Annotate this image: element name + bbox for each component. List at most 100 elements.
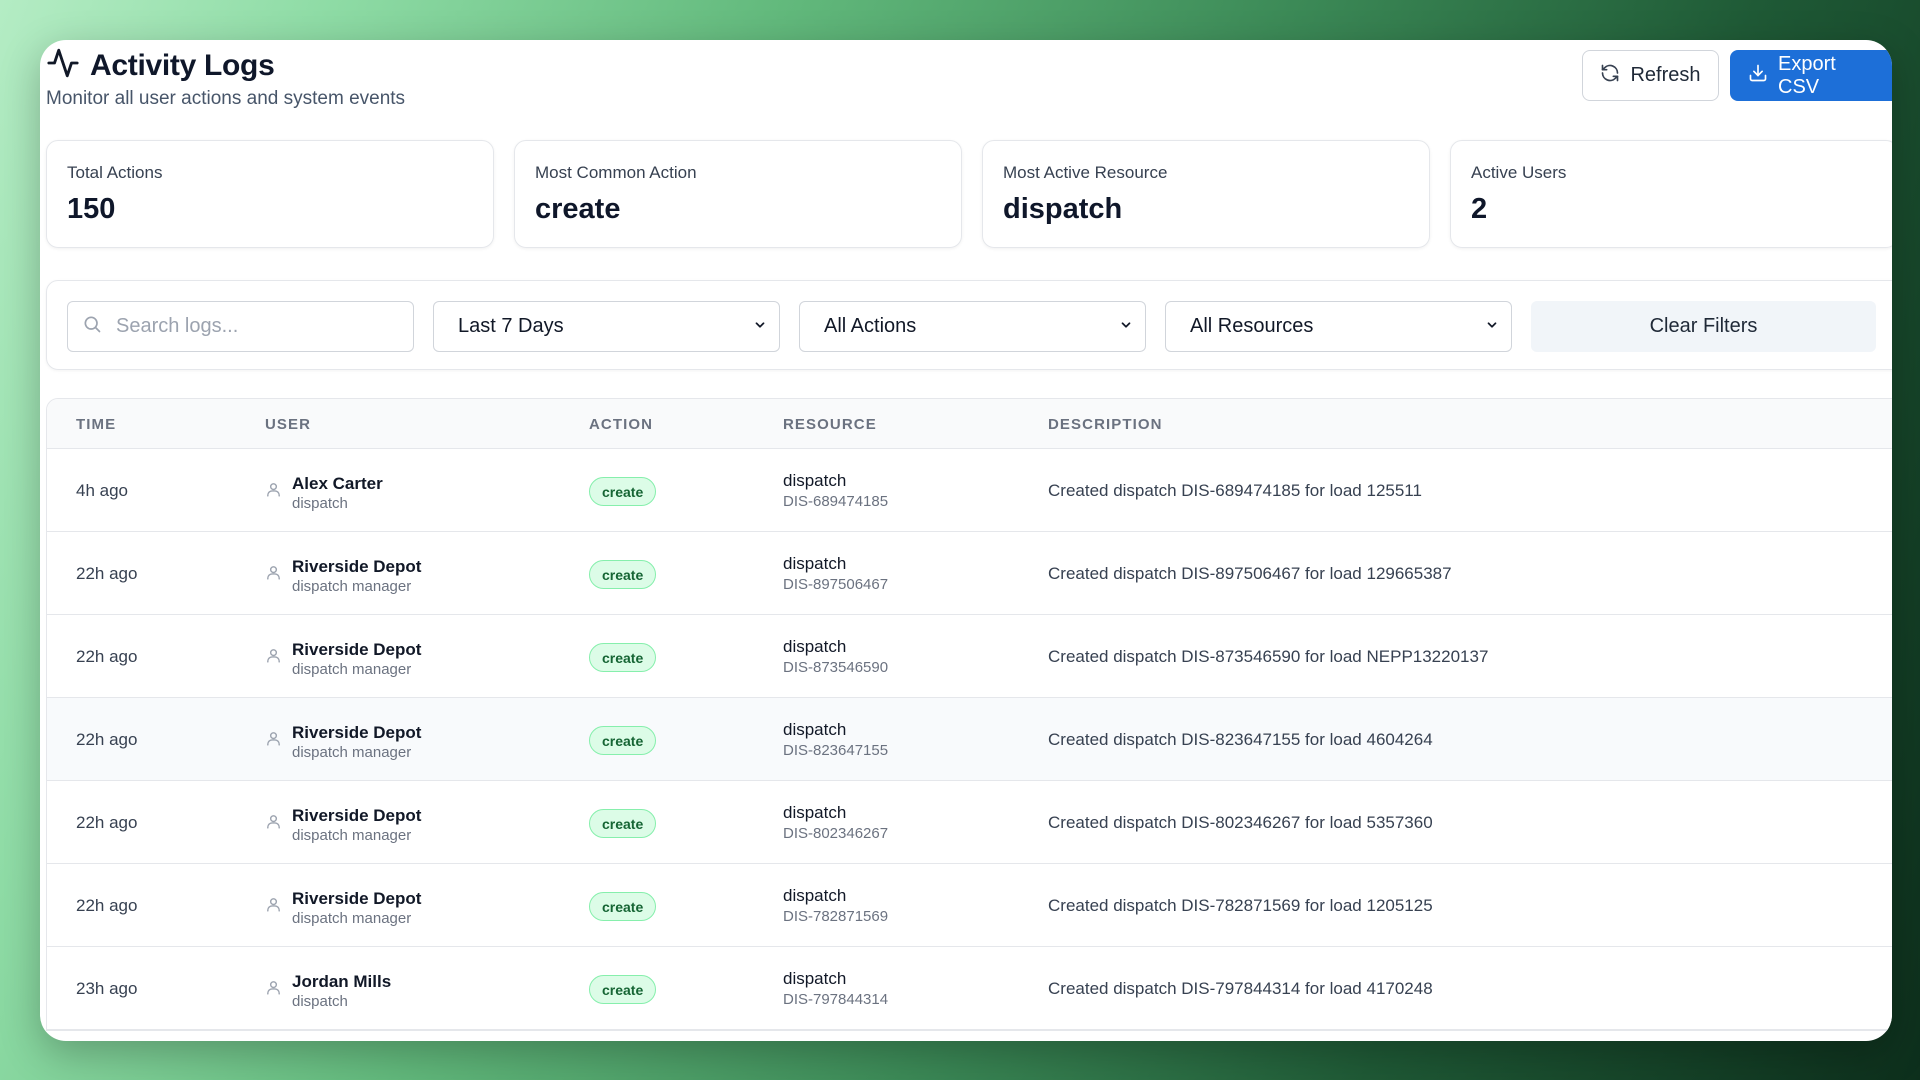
row-description: Created dispatch DIS-797844314 for load …	[1048, 979, 1433, 998]
table-row[interactable]: 22h ago Riverside Depot dispatch manager …	[47, 698, 1892, 781]
page-title: Activity Logs	[90, 48, 275, 82]
user-role: dispatch manager	[292, 910, 412, 927]
table-row[interactable]: 4h ago Alex Carter dispatch create dispat…	[47, 449, 1892, 532]
table-row[interactable]: 23h ago Jordan Mills dispatch create disp…	[47, 947, 1892, 1030]
user-icon	[265, 723, 282, 761]
row-user: Riverside Depot dispatch manager	[265, 889, 421, 927]
search-icon	[82, 314, 102, 340]
stat-value: 150	[67, 193, 116, 225]
filter-bar: Search logs... Last 7 Days All Actions A…	[46, 280, 1892, 370]
date-range-value: Last 7 Days	[458, 315, 564, 337]
table-row[interactable]: 22h ago Riverside Depot dispatch manager …	[47, 615, 1892, 698]
search-input[interactable]: Search logs...	[67, 301, 414, 352]
resource-id: DIS-897506467	[783, 576, 889, 593]
column-header-user: USER	[265, 416, 312, 433]
user-name: Riverside Depot	[292, 889, 422, 908]
resource-id: DIS-873546590	[783, 659, 889, 676]
export-csv-button[interactable]: Export CSV	[1730, 50, 1892, 101]
row-description: Created dispatch DIS-897506467 for load …	[1048, 564, 1452, 583]
activity-icon	[46, 46, 80, 85]
action-badge: create	[589, 560, 657, 589]
action-badge: create	[589, 809, 657, 838]
user-name: Riverside Depot	[292, 806, 422, 825]
page-header: Activity Logs Monitor all user actions a…	[46, 40, 1892, 140]
row-resource: dispatch DIS-782871569	[783, 886, 888, 925]
refresh-button[interactable]: Refresh	[1582, 50, 1719, 101]
activity-table: TIME USER ACTION RESOURCE DESCRIPTION 4h…	[46, 398, 1892, 1031]
chevron-down-icon	[1485, 315, 1499, 338]
resource-id: DIS-823647155	[783, 742, 889, 759]
row-description: Created dispatch DIS-782871569 for load …	[1048, 896, 1433, 915]
clear-filters-button[interactable]: Clear Filters	[1531, 301, 1876, 352]
row-user: Riverside Depot dispatch manager	[265, 723, 421, 761]
row-description: Created dispatch DIS-802346267 for load …	[1048, 813, 1433, 832]
resource-name: dispatch	[783, 471, 847, 490]
user-name: Riverside Depot	[292, 723, 422, 742]
column-header-description: DESCRIPTION	[1048, 416, 1163, 433]
stat-card-active-users: Active Users 2	[1450, 140, 1892, 248]
stat-value: 2	[1471, 193, 1488, 225]
resource-name: dispatch	[783, 637, 847, 656]
column-header-time: TIME	[76, 416, 117, 433]
title-row: Activity Logs	[46, 46, 275, 85]
user-name: Riverside Depot	[292, 557, 422, 576]
resource-name: dispatch	[783, 554, 847, 573]
stat-card-most-common-action: Most Common Action create	[514, 140, 962, 248]
stat-label: Most Common Action	[535, 163, 697, 182]
resource-id: DIS-782871569	[783, 908, 889, 925]
row-time: 22h ago	[76, 813, 138, 832]
row-description: Created dispatch DIS-873546590 for load …	[1048, 647, 1489, 666]
row-user: Riverside Depot dispatch manager	[265, 806, 421, 844]
stat-label: Total Actions	[67, 163, 163, 182]
row-time: 22h ago	[76, 730, 138, 749]
row-time: 22h ago	[76, 564, 138, 583]
action-select[interactable]: All Actions	[799, 301, 1146, 352]
page-subtitle: Monitor all user actions and system even…	[46, 88, 406, 109]
row-resource: dispatch DIS-823647155	[783, 720, 888, 759]
resource-id: DIS-689474185	[783, 493, 889, 510]
row-resource: dispatch DIS-797844314	[783, 969, 888, 1008]
stat-card-total-actions: Total Actions 150	[46, 140, 494, 248]
table-row[interactable]: 22h ago Riverside Depot dispatch manager …	[47, 532, 1892, 615]
row-time: 22h ago	[76, 896, 138, 915]
chevron-down-icon	[753, 315, 767, 338]
user-name: Alex Carter	[292, 474, 383, 493]
row-user: Riverside Depot dispatch manager	[265, 640, 421, 678]
user-icon	[265, 972, 282, 1010]
row-resource: dispatch DIS-802346267	[783, 803, 888, 842]
action-badge: create	[589, 643, 657, 672]
row-description: Created dispatch DIS-689474185 for load …	[1048, 481, 1422, 500]
row-user: Riverside Depot dispatch manager	[265, 557, 421, 595]
row-time: 4h ago	[76, 481, 128, 500]
user-name: Jordan Mills	[292, 972, 392, 991]
user-icon	[265, 640, 282, 678]
resource-name: dispatch	[783, 886, 847, 905]
user-icon	[265, 557, 282, 595]
chevron-down-icon	[1119, 315, 1133, 338]
resource-select[interactable]: All Resources	[1165, 301, 1512, 352]
row-user: Alex Carter dispatch	[265, 474, 383, 512]
row-description: Created dispatch DIS-823647155 for load …	[1048, 730, 1433, 749]
action-badge: create	[589, 975, 657, 1004]
table-row[interactable]: 22h ago Riverside Depot dispatch manager …	[47, 864, 1892, 947]
export-csv-label: Export CSV	[1778, 52, 1836, 98]
user-icon	[265, 474, 282, 512]
row-user: Jordan Mills dispatch	[265, 972, 391, 1010]
column-header-resource: RESOURCE	[783, 416, 877, 433]
row-resource: dispatch DIS-873546590	[783, 637, 888, 676]
row-resource: dispatch DIS-689474185	[783, 471, 888, 510]
user-icon	[265, 806, 282, 844]
resource-value: All Resources	[1190, 315, 1314, 337]
action-badge: create	[589, 892, 657, 921]
user-role: dispatch manager	[292, 744, 412, 761]
action-badge: create	[589, 726, 657, 755]
table-row[interactable]: 22h ago Riverside Depot dispatch manager …	[47, 781, 1892, 864]
table-header: TIME USER ACTION RESOURCE DESCRIPTION	[47, 399, 1892, 449]
date-range-select[interactable]: Last 7 Days	[433, 301, 780, 352]
action-badge: create	[589, 477, 657, 506]
action-value: All Actions	[824, 315, 917, 337]
row-resource: dispatch DIS-897506467	[783, 554, 888, 593]
stat-label: Most Active Resource	[1003, 163, 1168, 182]
column-header-action: ACTION	[589, 416, 654, 433]
user-icon	[265, 889, 282, 927]
